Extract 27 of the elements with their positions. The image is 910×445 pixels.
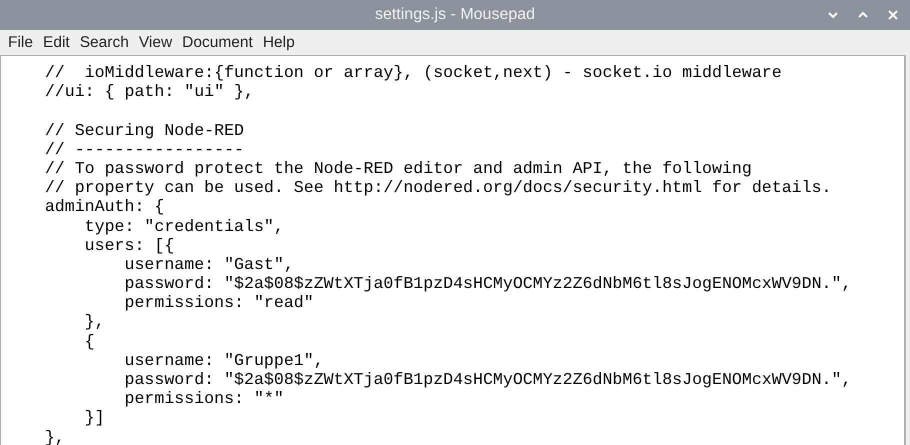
code-line: //ui: { path: "ui" }, <box>44 82 255 102</box>
code-line: // ioMiddleware:{function or array}, (socket,next) - socket.io middleware <box>44 63 783 82</box>
code-line: }] <box>84 408 106 428</box>
menu-item[interactable]: File <box>3 30 38 54</box>
code-line: // ----------------- <box>44 140 245 159</box>
code-line: permissions: "*" <box>123 389 285 408</box>
code-line: }, <box>44 428 66 445</box>
code-line: // property can be used. See http://nodered.org/docs/security.html for details. <box>44 178 833 198</box>
code-line: type: "credentials", <box>84 216 285 236</box>
code-line: // To password protect the Node-RED editor and admin API, the following <box>44 158 753 178</box>
menu-item[interactable]: Help <box>258 30 300 54</box>
code-line: username: "Gast", <box>123 254 295 274</box>
text-editor[interactable] <box>0 55 906 445</box>
code-line: }, <box>84 312 106 332</box>
code-line: password: "$2a$08$zZWtXTja0fB1pzD4sHCMyOCMYz2Z6dNbM6tl8sJogENOMcxWV9DN.", <box>123 370 852 390</box>
code-line: // Securing Node-RED <box>44 120 245 140</box>
code-line: username: "Gruppe1", <box>123 350 325 370</box>
code-line: users: [{ <box>84 236 176 255</box>
menu-item[interactable]: View <box>134 30 178 54</box>
menu-item[interactable]: Search <box>74 30 134 54</box>
code-line: permissions: "read" <box>123 293 315 312</box>
code-line: password: "$2a$08$zZWtXTja0fB1pzD4sHCMyOCMYz2Z6dNbM6tl8sJogENOMcxWV9DN.", <box>123 274 852 294</box>
window-title: settings.js - Mousepad <box>374 6 536 24</box>
code-line: adminAuth: { <box>44 197 166 216</box>
code-line: { <box>84 332 96 351</box>
menu-item[interactable]: Edit <box>38 30 75 54</box>
menu-item[interactable]: Document <box>177 30 258 54</box>
